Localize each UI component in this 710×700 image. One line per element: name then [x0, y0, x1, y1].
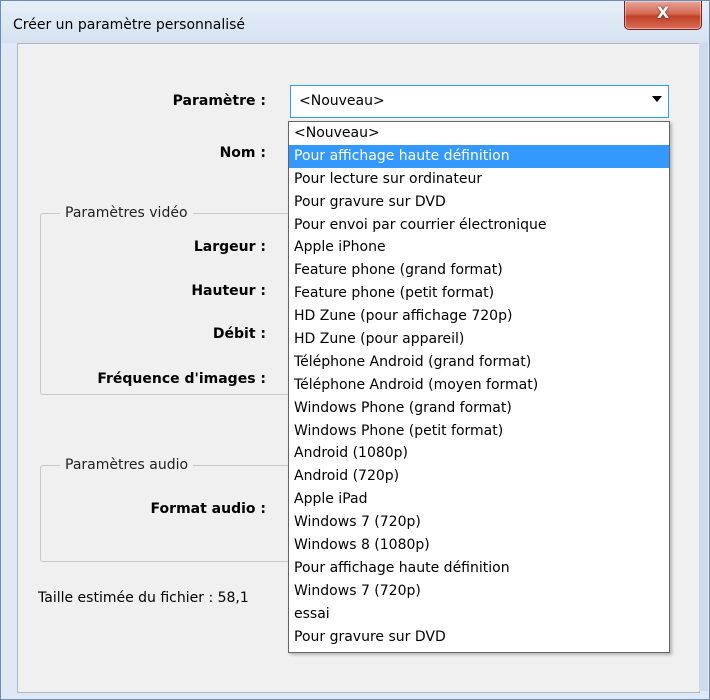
dropdown-option[interactable]: HD Zune (pour affichage 720p)	[289, 305, 669, 328]
dropdown-option[interactable]: essai	[289, 603, 669, 626]
window-title: Créer un paramètre personnalisé	[13, 17, 246, 33]
dropdown-option[interactable]: Pour envoi par courrier électronique	[289, 214, 669, 237]
audio-format-label: Format audio :	[150, 501, 266, 517]
dropdown-option[interactable]: Feature phone (petit format)	[289, 282, 669, 305]
dropdown-option[interactable]: Apple iPhone	[289, 236, 669, 259]
preset-label: Paramètre :	[172, 93, 266, 109]
dropdown-option[interactable]: Pour affichage haute définition	[289, 144, 669, 168]
preset-dropdown-list[interactable]: <Nouveau> Pour affichage haute définition…	[288, 121, 670, 653]
dropdown-option[interactable]: Apple iPad	[289, 488, 669, 511]
bitrate-label: Débit :	[212, 326, 266, 342]
dropdown-option[interactable]: Windows 8 (1080p)	[289, 534, 669, 557]
dropdown-option[interactable]: Téléphone Android (grand format)	[289, 351, 669, 374]
dropdown-option[interactable]: Pour affichage haute définition	[289, 557, 669, 580]
dropdown-option[interactable]: Android (720p)	[289, 465, 669, 488]
dropdown-option[interactable]: Feature phone (grand format)	[289, 259, 669, 282]
window-border	[699, 43, 708, 691]
width-label: Largeur :	[193, 239, 266, 255]
framerate-label: Fréquence d'images :	[97, 371, 266, 387]
dropdown-option[interactable]: Windows 7 (720p)	[289, 511, 669, 534]
title-bar[interactable]: Créer un paramètre personnalisé X	[1, 1, 709, 43]
estimated-file-size: Taille estimée du fichier : 58,1	[38, 590, 249, 606]
dropdown-option[interactable]: HD Zune (pour appareil)	[289, 328, 669, 351]
dropdown-option[interactable]: Pour gravure sur DVD	[289, 626, 669, 649]
dropdown-option[interactable]: Android (1080p)	[289, 442, 669, 465]
height-label: Hauteur :	[191, 283, 266, 299]
preset-select-value: <Nouveau>	[299, 93, 385, 109]
dropdown-option[interactable]: Windows 7 (720p)	[289, 580, 669, 603]
dropdown-option[interactable]: Pour lecture sur ordinateur	[289, 168, 669, 191]
dropdown-option[interactable]: Windows Phone (grand format)	[289, 397, 669, 420]
dropdown-option[interactable]: <Nouveau>	[289, 122, 669, 145]
preset-select[interactable]: <Nouveau>	[290, 85, 669, 118]
dropdown-option[interactable]: Téléphone Android (moyen format)	[289, 374, 669, 397]
dropdown-option[interactable]: Pour gravure sur DVD	[289, 191, 669, 214]
video-settings-title: Paramètres vidéo	[60, 205, 193, 221]
dropdown-option[interactable]: Windows Phone (petit format)	[289, 420, 669, 443]
close-button[interactable]: X	[624, 1, 702, 30]
close-icon: X	[656, 3, 670, 22]
name-label: Nom :	[219, 145, 266, 161]
audio-settings-title: Paramètres audio	[60, 457, 194, 473]
chevron-down-icon[interactable]	[652, 96, 662, 102]
